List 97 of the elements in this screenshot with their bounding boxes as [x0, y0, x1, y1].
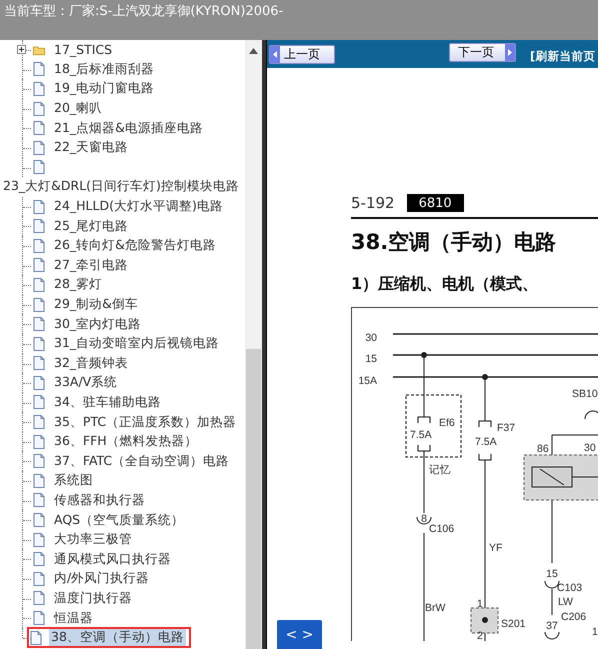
scrollbar[interactable]	[245, 40, 262, 649]
prev-page-button[interactable]: 上一页	[269, 44, 335, 64]
wire-label: 8	[421, 513, 427, 525]
wire-label: 15	[546, 568, 558, 580]
document-icon	[33, 219, 45, 234]
document-icon	[33, 395, 45, 410]
tree-item[interactable]: 21_点烟器&电源插座电路	[52, 118, 205, 138]
wire-label: 30	[365, 332, 377, 344]
document-icon	[33, 376, 45, 390]
document-icon	[30, 630, 42, 645]
tree-item[interactable]: 23_大灯&DRL(日间行车灯)控制模块电路	[0, 178, 239, 196]
document-icon	[33, 513, 45, 528]
wire-label: 记忆	[429, 464, 451, 476]
document-icon	[33, 552, 45, 566]
tree-item[interactable]: 34、驻车辅助电路	[52, 392, 163, 412]
wire-label: LW	[558, 596, 573, 608]
tree-item[interactable]: 17_STICS	[52, 41, 114, 58]
document-icon	[33, 140, 45, 155]
wire-label: C106	[429, 523, 454, 535]
tree-item[interactable]: 系统图	[52, 471, 95, 490]
wire-label: YF	[489, 542, 502, 554]
document-icon	[33, 591, 45, 606]
wire-label: BrW	[425, 602, 446, 614]
car-model-value: 厂家:S-上汽双龙享御(KYRON)2006-	[69, 3, 284, 21]
car-model-label: 当前车型：	[4, 3, 69, 21]
document-icon	[33, 278, 45, 292]
document-icon	[33, 415, 45, 430]
tree-item[interactable]: 37、FATC（全自动空调）电路	[52, 452, 232, 471]
wire-label: S201	[501, 618, 526, 630]
tree-item[interactable]: 33A/V系统	[52, 373, 120, 392]
document-icon	[33, 356, 45, 370]
wire-label: F37	[497, 422, 516, 434]
document-icon	[33, 572, 45, 586]
page-code: 6810	[406, 194, 464, 212]
tree-item[interactable]: 27_牵引电路	[52, 256, 130, 275]
wire-label: 30	[584, 442, 596, 454]
document-icon	[33, 238, 45, 253]
wire-label: 15	[365, 353, 377, 365]
toggle-button[interactable]: < >	[277, 620, 322, 649]
wire-label: 15A	[358, 375, 377, 387]
tree-item[interactable]: 30_室内灯电路	[52, 314, 144, 334]
tree-item[interactable]: 24_HLLD(大灯水平调整)电路	[52, 197, 225, 216]
document-icon	[33, 493, 45, 508]
document-icon	[33, 474, 45, 488]
document-icon	[33, 298, 45, 312]
document-icon	[33, 102, 45, 116]
scroll-thumb[interactable]	[246, 349, 261, 649]
tree-item[interactable]: 19_电动门窗电路	[52, 79, 156, 98]
wire-label: SB10	[572, 388, 598, 400]
wire-label: C103	[557, 582, 582, 594]
tree-item[interactable]: 25_尾灯电路	[52, 216, 130, 236]
tree-item[interactable]: 28_雾灯	[52, 275, 104, 294]
wire-label: C206	[561, 611, 586, 623]
document-icon	[33, 532, 45, 547]
document-icon	[33, 317, 45, 332]
document-icon	[33, 82, 45, 96]
next-page-button[interactable]: 下一页	[449, 42, 516, 62]
refresh-link[interactable]: [刷新当前页	[530, 48, 596, 64]
document-icon	[33, 121, 45, 136]
document-icon	[33, 611, 45, 626]
tree-item[interactable]: 35、PTC（正温度系数）加热器	[52, 412, 238, 432]
page-number: 5-192	[351, 194, 395, 212]
tree-item[interactable]: 温度门执行器	[52, 588, 134, 608]
wire-label: 7.5A	[410, 429, 432, 441]
tree-item[interactable]: 31_自动变暗室内后视镜电路	[52, 334, 222, 354]
document-icon	[33, 454, 45, 468]
tree-item[interactable]: 恒温器	[52, 608, 95, 628]
wire-label: 1	[477, 598, 483, 610]
wire-label: 2	[477, 630, 483, 641]
wire-label: Ef6	[439, 417, 455, 429]
expand-icon[interactable]	[17, 45, 26, 54]
tree-item[interactable]: 29_制动&倒车	[52, 295, 140, 314]
document-icon	[33, 200, 45, 214]
tree-item[interactable]: 32_音频钟表	[52, 354, 130, 373]
tree-item[interactable]: 26_转向灯&危险警告灯电路	[52, 236, 218, 256]
document-icon	[33, 258, 45, 272]
tree-item[interactable]: 36、FFH（燃料发热器）	[52, 432, 200, 452]
document-title: 38.空调（手动）电路	[351, 229, 558, 256]
tree-item[interactable]: 传感器和执行器	[52, 490, 147, 510]
document-icon	[33, 160, 45, 174]
tree-item[interactable]: 20_喇叭	[52, 99, 104, 118]
tree-item[interactable]: 22_天窗电路	[52, 138, 130, 158]
tree-item[interactable]: 18_后标准雨刮器	[52, 60, 156, 79]
wire-label: 37	[546, 620, 558, 632]
document-icon	[33, 336, 45, 351]
tree-item[interactable]: 38、空调（手动）电路	[49, 628, 186, 648]
wire-label: 86	[537, 443, 549, 455]
document-icon	[33, 62, 45, 76]
wire-label: 7.5A	[475, 436, 497, 448]
document-icon	[33, 434, 45, 449]
tree-item[interactable]: 通风模式风口执行器	[52, 550, 173, 569]
tree-item[interactable]: 内/外风门执行器	[52, 569, 152, 588]
tree-item[interactable]: 大功率三极管	[52, 530, 134, 550]
wire-label: 1	[592, 626, 598, 638]
section-heading: 1）压缩机、电机（模式、	[351, 274, 540, 295]
scroll-up-icon[interactable]	[249, 48, 258, 54]
tree-item[interactable]: AQS（空气质量系统）	[52, 510, 186, 530]
